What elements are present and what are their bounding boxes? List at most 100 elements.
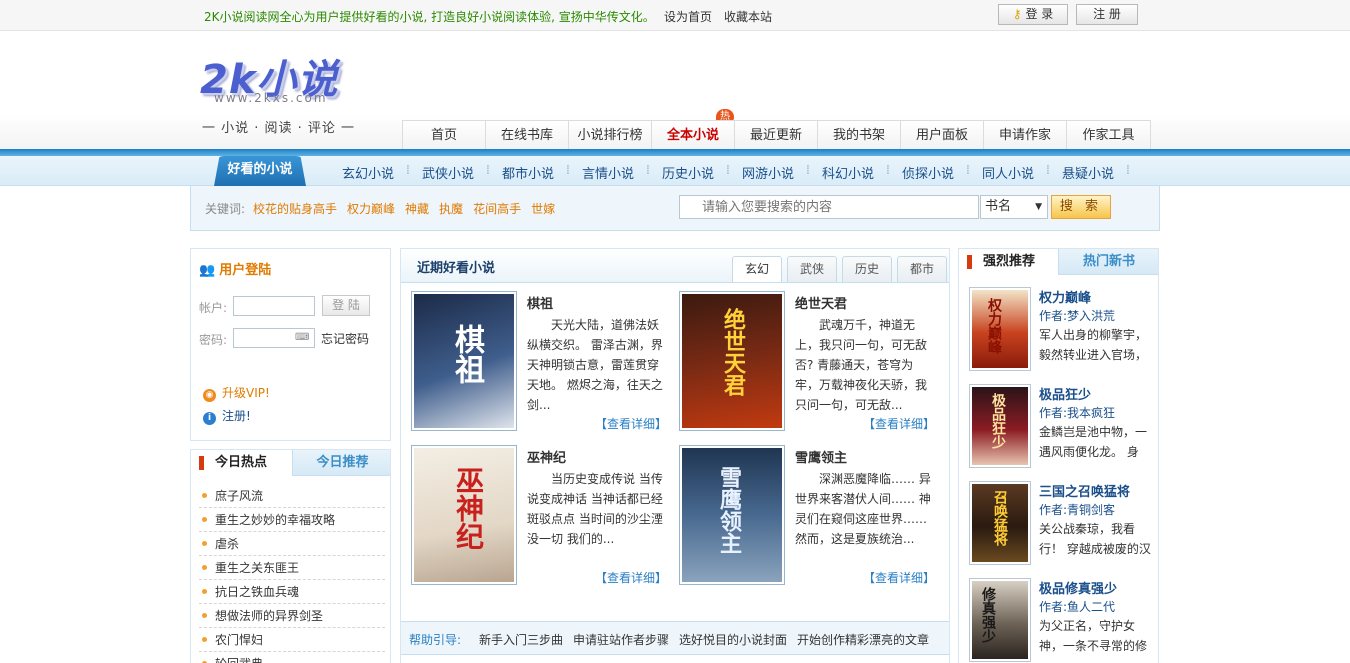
book-cover[interactable]: 雪鹰领主 bbox=[679, 445, 785, 585]
book-title[interactable]: 权力巅峰 bbox=[1039, 287, 1091, 306]
site-slogan: 2K小说阅读网全心为用户提供好看的小说, 打造良好小说阅读体验, 宣扬中华传文化… bbox=[204, 10, 655, 24]
category-xuanyi[interactable]: 悬疑小说 bbox=[1054, 163, 1134, 182]
category-zhentan[interactable]: 侦探小说 bbox=[894, 163, 974, 182]
keyword-link[interactable]: 权力巅峰 bbox=[347, 200, 395, 217]
book-title[interactable]: 极品狂少 bbox=[1039, 384, 1091, 403]
book-cover[interactable]: 巫神纪 bbox=[411, 445, 517, 585]
rss-icon: ◉ bbox=[203, 389, 216, 402]
book-title[interactable]: 棋祖 bbox=[527, 293, 553, 312]
book-cover[interactable]: 绝世天君 bbox=[679, 291, 785, 431]
view-detail-link[interactable]: 【查看详细】 bbox=[863, 415, 935, 432]
nav-library[interactable]: 在线书库 bbox=[486, 121, 569, 150]
nav-home[interactable]: 首页 bbox=[403, 121, 486, 150]
book-description: 深渊恶魔降临…… 异世界来客潜伏人间…… 神灵们在窥伺这座世界…… 然而，这是夏… bbox=[795, 472, 931, 546]
list-item[interactable]: 轮回武典 bbox=[199, 652, 385, 663]
account-label: 帐户: bbox=[199, 301, 228, 315]
help-link[interactable]: 开始创作精彩漂亮的文章 bbox=[797, 631, 929, 648]
tab-marker bbox=[199, 456, 204, 470]
section-title: 近期好看小说 bbox=[417, 261, 496, 276]
help-link[interactable]: 选好悦目的小说封面 bbox=[679, 631, 787, 648]
tab-strong-recommend[interactable]: 强烈推荐 bbox=[959, 249, 1059, 275]
book-title[interactable]: 雪鹰领主 bbox=[795, 447, 847, 466]
login-top-button[interactable]: ⚷ 登 录 bbox=[998, 4, 1068, 25]
register-top-button[interactable]: 注 册 bbox=[1076, 4, 1138, 25]
list-item[interactable]: 重生之关东匪王 bbox=[199, 556, 385, 580]
keyword-link[interactable]: 神藏 bbox=[405, 200, 429, 217]
nav-user-panel[interactable]: 用户面板 bbox=[901, 121, 984, 150]
register-link[interactable]: i 注册! bbox=[203, 407, 251, 425]
cover-art: 修真强少 bbox=[972, 581, 1028, 659]
list-item[interactable]: 农门悍妇 bbox=[199, 628, 385, 652]
tab-xuanhuan[interactable]: 玄幻 bbox=[732, 256, 782, 282]
login-panel: 👥 用户登陆 帐户: 登 陆 密码: ⌨ 忘记密码 ◉ 升级VIP! i 注册! bbox=[190, 248, 391, 441]
nav-author-tools[interactable]: 作家工具 bbox=[1067, 121, 1150, 150]
search-button[interactable]: 搜 索 bbox=[1051, 195, 1111, 219]
help-link[interactable]: 新手入门三步曲 bbox=[479, 631, 563, 648]
book-author: 作者:青铜剑客 bbox=[1039, 503, 1116, 517]
set-home-link[interactable]: 设为首页 bbox=[664, 8, 712, 25]
category-tongren[interactable]: 同人小说 bbox=[974, 163, 1054, 182]
category-dushi[interactable]: 都市小说 bbox=[494, 163, 574, 182]
list-item[interactable]: 重生之妙妙的幸福攻略 bbox=[199, 508, 385, 532]
tab-wuxia[interactable]: 武侠 bbox=[787, 256, 837, 282]
book-description: 为父正名，守护女神，一条不寻常的修仙 bbox=[1039, 619, 1148, 653]
tab-hot-new-books[interactable]: 热门新书 bbox=[1059, 249, 1159, 275]
category-wangyou[interactable]: 网游小说 bbox=[734, 163, 814, 182]
keyword-link[interactable]: 世嫁 bbox=[531, 200, 555, 217]
tab-dushi[interactable]: 都市 bbox=[897, 256, 947, 282]
list-item[interactable]: 庶子风流 bbox=[199, 484, 385, 508]
keyword-link[interactable]: 校花的贴身高手 bbox=[253, 200, 337, 217]
book-title[interactable]: 极品修真强少 bbox=[1039, 578, 1117, 597]
search-input[interactable] bbox=[679, 195, 979, 219]
forgot-password-link[interactable]: 忘记密码 bbox=[321, 330, 369, 347]
bookmark-link[interactable]: 收藏本站 bbox=[724, 8, 772, 25]
book-card: 巫神纪 巫神纪 当历史变成传说 当传说变成神话 当神话都已经斑驳点点 当时间的沙… bbox=[411, 445, 673, 587]
category-wuxia[interactable]: 武侠小说 bbox=[414, 163, 494, 182]
book-card: 绝世天君 绝世天君 武魂万千，神道无上，我只问一句，可无敌否? 青藤通天，苍穹为… bbox=[679, 291, 941, 433]
view-detail-link[interactable]: 【查看详细】 bbox=[595, 415, 667, 432]
login-button[interactable]: 登 陆 bbox=[322, 295, 370, 316]
login-title: 👥 用户登陆 bbox=[199, 263, 272, 278]
book-cover[interactable]: 棋祖 bbox=[411, 291, 517, 431]
cover-art: 绝世天君 bbox=[682, 294, 782, 428]
view-detail-link[interactable]: 【查看详细】 bbox=[595, 569, 667, 586]
upgrade-vip-link[interactable]: ◉ 升级VIP! bbox=[203, 384, 270, 402]
recent-novels-panel: 近期好看小说 玄幻 武侠 历史 都市 棋祖 棋祖 天光大陆，道佛法妖纵横交织。 … bbox=[400, 248, 950, 663]
tab-today-hot[interactable]: 今日热点 bbox=[191, 450, 293, 476]
nav-complete[interactable]: 全本小说 bbox=[652, 121, 735, 150]
category-yanqing[interactable]: 言情小说 bbox=[574, 163, 654, 182]
cover-art: 权力巅峰 bbox=[972, 290, 1028, 368]
help-link[interactable]: 申请驻站作者步骤 bbox=[573, 631, 669, 648]
keyword-link[interactable]: 执魔 bbox=[439, 200, 463, 217]
nav-apply-author[interactable]: 申请作家 bbox=[984, 121, 1067, 150]
nav-latest[interactable]: 最近更新 bbox=[735, 121, 818, 150]
tab-today-recommend[interactable]: 今日推荐 bbox=[293, 450, 392, 476]
list-item[interactable]: 想做法师的异界剑圣 bbox=[199, 604, 385, 628]
book-cover[interactable]: 极品狂少 bbox=[969, 384, 1031, 468]
search-type-select[interactable]: 书名 ▼ bbox=[980, 195, 1048, 219]
category-kehuan[interactable]: 科幻小说 bbox=[814, 163, 894, 182]
keyboard-icon[interactable]: ⌨ bbox=[295, 332, 309, 343]
tab-lishi[interactable]: 历史 bbox=[842, 256, 892, 282]
book-card: 棋祖 棋祖 天光大陆，道佛法妖纵横交织。 雷泽古渊，界天神明锁古意，雷莲贯穿天地… bbox=[411, 291, 673, 433]
category-xuanhuan[interactable]: 玄幻小说 bbox=[334, 163, 414, 182]
book-cover[interactable]: 修真强少 bbox=[969, 578, 1031, 662]
category-lishi[interactable]: 历史小说 bbox=[654, 163, 734, 182]
list-item[interactable]: 虐杀 bbox=[199, 532, 385, 556]
keyword-link[interactable]: 花间高手 bbox=[473, 200, 521, 217]
book-description: 军人出身的柳擎宇，毅然转业进入官场， bbox=[1039, 328, 1148, 362]
search-bar: 关键词: 校花的贴身高手 权力巅峰 神藏 执魔 花间高手 世嫁 书名▼ 搜 索 bbox=[190, 186, 1160, 231]
cover-title: 雪鹰领主 bbox=[716, 466, 741, 554]
nav-bookshelf[interactable]: 我的书架 bbox=[818, 121, 901, 150]
genre-tabs: 玄幻 武侠 历史 都市 bbox=[727, 256, 947, 282]
book-title[interactable]: 三国之召唤猛将 bbox=[1039, 481, 1130, 500]
account-input[interactable] bbox=[233, 296, 315, 316]
nav-ranking[interactable]: 小说排行榜 bbox=[569, 121, 652, 150]
book-cover[interactable]: 召唤猛将 bbox=[969, 481, 1031, 565]
book-title[interactable]: 绝世天君 bbox=[795, 293, 847, 312]
view-detail-link[interactable]: 【查看详细】 bbox=[863, 569, 935, 586]
list-item[interactable]: 抗日之铁血兵魂 bbox=[199, 580, 385, 604]
cover-title: 权力巅峰 bbox=[986, 298, 1002, 354]
book-title[interactable]: 巫神纪 bbox=[527, 447, 566, 466]
book-cover[interactable]: 权力巅峰 bbox=[969, 287, 1031, 371]
